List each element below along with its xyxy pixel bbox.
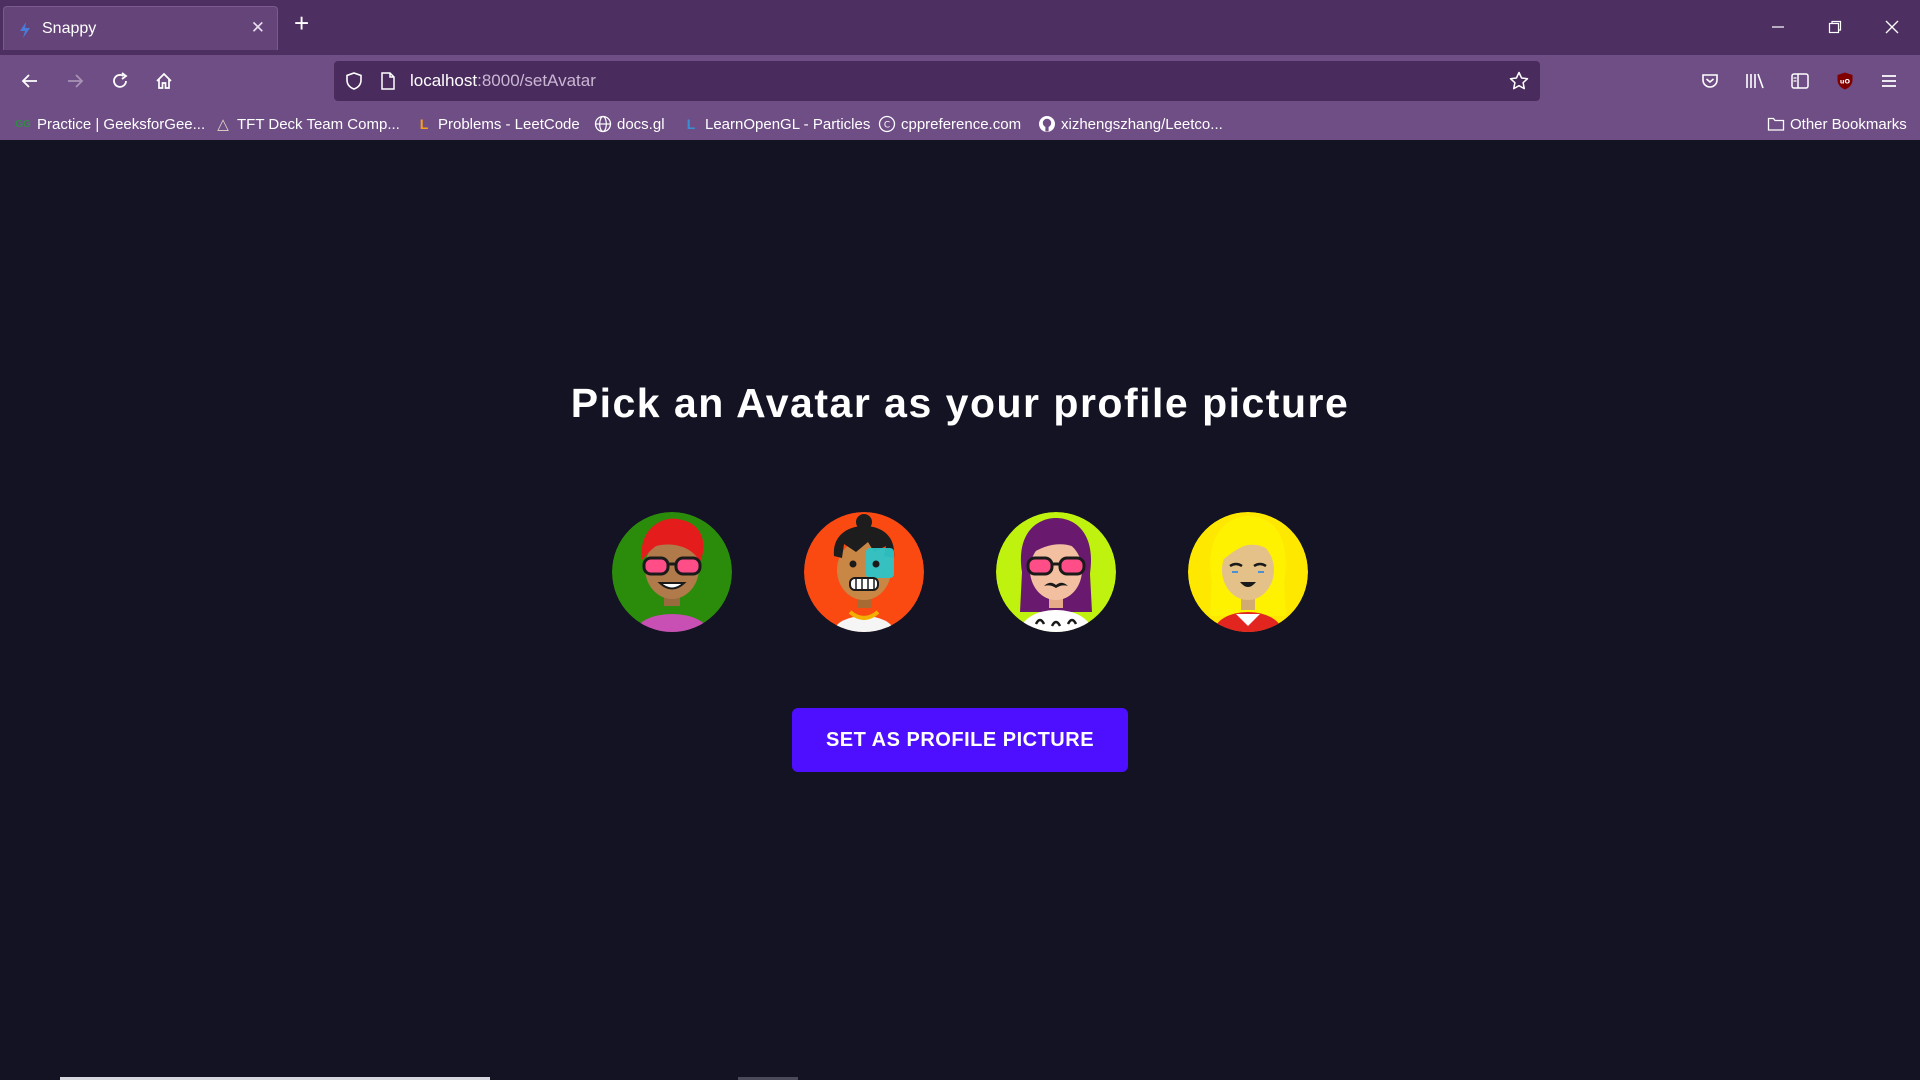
app-menu-button[interactable] [1871,63,1907,99]
home-icon [156,72,172,89]
other-bookmarks-label: Other Bookmarks [1790,115,1907,133]
reload-button[interactable] [102,63,138,99]
bookmark-star-icon[interactable] [1508,70,1530,97]
bookmark-tft-deck[interactable]: △ TFT Deck Team Comp... [214,112,400,136]
library-icon [1746,73,1764,89]
github-icon [1038,115,1056,133]
bookmark-leetcode[interactable]: L Problems - LeetCode [415,112,580,136]
bookmark-label: xizhengszhang/Leetco... [1061,115,1223,133]
set-profile-picture-button[interactable]: SET AS PROFILE PICTURE [792,708,1128,772]
tab-title: Snappy [42,20,97,37]
address-bar[interactable]: localhost:8000/setAvatar [334,61,1540,101]
bookmark-github[interactable]: xizhengszhang/Leetco... [1038,112,1223,136]
bookmarks-toolbar: GG Practice | GeeksforGee... △ TFT Deck … [0,107,1920,140]
url-text: localhost:8000/setAvatar [410,71,596,91]
bookmark-geeksforgeeks[interactable]: GG Practice | GeeksforGee... [14,112,205,136]
bookmark-label: docs.gl [617,115,665,133]
cppreference-icon: C [878,115,896,133]
other-bookmarks[interactable]: Other Bookmarks [1767,112,1907,136]
pocket-button[interactable] [1692,63,1728,99]
learnopengl-icon: L [686,116,696,132]
tab-strip: Snappy ✕ + [0,0,1920,55]
new-tab-button[interactable]: + [294,10,309,36]
bookmark-label: TFT Deck Team Comp... [237,115,400,133]
folder-icon [1767,115,1785,133]
sidebar-button[interactable] [1782,63,1818,99]
minimize-icon[interactable] [1758,10,1798,44]
page-title: Pick an Avatar as your profile picture [570,380,1350,426]
tab-close-icon[interactable]: ✕ [251,18,265,38]
close-window-icon[interactable] [1872,10,1912,44]
reload-icon [113,72,128,88]
bookmark-label: Practice | GeeksforGee... [37,115,206,133]
svg-text:C: C [884,121,890,131]
ublock-origin-button[interactable]: uO [1827,63,1863,99]
tft-icon: △ [217,116,229,133]
set-avatar-page: Pick an Avatar as your profile picture S… [0,140,1920,1080]
shield-icon[interactable] [344,71,364,96]
avatar-option-4[interactable] [1188,512,1308,632]
avatar-option-3[interactable] [996,512,1116,632]
globe-icon [594,115,612,133]
avatar-option-2[interactable] [804,512,924,632]
page-info-icon[interactable] [379,71,397,96]
snappy-favicon-icon [18,22,32,38]
back-arrow-icon [21,74,37,88]
back-button[interactable] [12,63,48,99]
url-host: localhost [410,71,478,90]
bookmark-cppreference[interactable]: C cppreference.com [878,112,1021,136]
bookmark-label: Problems - LeetCode [438,115,580,133]
forward-arrow-icon [68,74,84,88]
sidebar-icon [1791,73,1809,89]
leetcode-icon: L [419,116,429,132]
geeksforgeeks-icon: GG [15,118,31,130]
library-button[interactable] [1737,63,1773,99]
bookmark-docs-gl[interactable]: docs.gl [594,112,665,136]
ublock-origin-icon: uO [1837,72,1853,90]
home-button[interactable] [146,63,182,99]
avatar-option-1[interactable] [612,512,732,632]
pocket-icon [1702,74,1718,88]
forward-button[interactable] [57,63,93,99]
bookmark-label: LearnOpenGL - Particles [705,115,871,133]
svg-text:uO: uO [1840,78,1851,86]
navigation-toolbar: localhost:8000/setAvatar uO GG Practice … [0,55,1920,140]
url-path: :8000/setAvatar [477,71,596,90]
bookmark-label: cppreference.com [901,115,1022,133]
tab-snappy[interactable]: Snappy ✕ [3,6,278,50]
bookmark-learnopengl[interactable]: L LearnOpenGL - Particles [682,112,871,136]
restore-icon[interactable] [1815,10,1855,44]
hamburger-menu-icon [1882,75,1896,87]
